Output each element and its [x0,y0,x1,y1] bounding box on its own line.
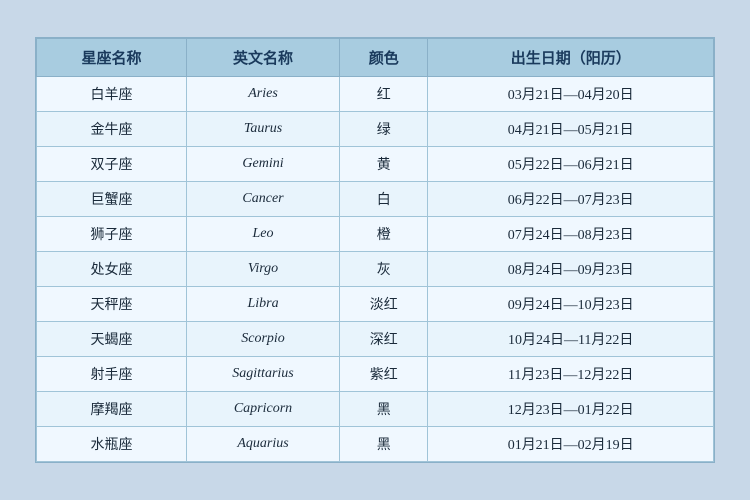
table-row: 水瓶座Aquarius黑01月21日—02月19日 [37,427,714,462]
cell-dates: 06月22日—07月23日 [428,182,714,217]
cell-color: 红 [340,77,428,112]
cell-english-name: Gemini [187,147,340,182]
header-dates: 出生日期（阳历） [428,39,714,77]
cell-color: 黑 [340,427,428,462]
cell-english-name: Cancer [187,182,340,217]
cell-dates: 12月23日—01月22日 [428,392,714,427]
table-row: 天秤座Libra淡红09月24日—10月23日 [37,287,714,322]
cell-color: 黑 [340,392,428,427]
cell-chinese-name: 双子座 [37,147,187,182]
table-row: 金牛座Taurus绿04月21日—05月21日 [37,112,714,147]
cell-chinese-name: 天秤座 [37,287,187,322]
cell-color: 紫红 [340,357,428,392]
cell-dates: 03月21日—04月20日 [428,77,714,112]
cell-chinese-name: 巨蟹座 [37,182,187,217]
cell-dates: 05月22日—06月21日 [428,147,714,182]
table-header-row: 星座名称 英文名称 颜色 出生日期（阳历） [37,39,714,77]
cell-dates: 11月23日—12月22日 [428,357,714,392]
cell-dates: 01月21日—02月19日 [428,427,714,462]
cell-dates: 10月24日—11月22日 [428,322,714,357]
table-row: 天蝎座Scorpio深红10月24日—11月22日 [37,322,714,357]
cell-english-name: Sagittarius [187,357,340,392]
cell-english-name: Leo [187,217,340,252]
cell-color: 深红 [340,322,428,357]
cell-color: 绿 [340,112,428,147]
table-row: 双子座Gemini黄05月22日—06月21日 [37,147,714,182]
cell-dates: 09月24日—10月23日 [428,287,714,322]
cell-english-name: Scorpio [187,322,340,357]
cell-dates: 08月24日—09月23日 [428,252,714,287]
cell-color: 橙 [340,217,428,252]
cell-english-name: Libra [187,287,340,322]
cell-chinese-name: 处女座 [37,252,187,287]
cell-english-name: Virgo [187,252,340,287]
cell-dates: 04月21日—05月21日 [428,112,714,147]
cell-chinese-name: 射手座 [37,357,187,392]
cell-color: 白 [340,182,428,217]
table-row: 摩羯座Capricorn黑12月23日—01月22日 [37,392,714,427]
cell-english-name: Capricorn [187,392,340,427]
table-row: 狮子座Leo橙07月24日—08月23日 [37,217,714,252]
cell-chinese-name: 水瓶座 [37,427,187,462]
cell-chinese-name: 狮子座 [37,217,187,252]
header-color: 颜色 [340,39,428,77]
cell-english-name: Aquarius [187,427,340,462]
table-body: 白羊座Aries红03月21日—04月20日金牛座Taurus绿04月21日—0… [37,77,714,462]
cell-english-name: Aries [187,77,340,112]
cell-color: 淡红 [340,287,428,322]
cell-color: 灰 [340,252,428,287]
cell-dates: 07月24日—08月23日 [428,217,714,252]
cell-chinese-name: 天蝎座 [37,322,187,357]
cell-english-name: Taurus [187,112,340,147]
table-row: 白羊座Aries红03月21日—04月20日 [37,77,714,112]
header-chinese-name: 星座名称 [37,39,187,77]
cell-color: 黄 [340,147,428,182]
table-row: 处女座Virgo灰08月24日—09月23日 [37,252,714,287]
cell-chinese-name: 白羊座 [37,77,187,112]
zodiac-table-container: 星座名称 英文名称 颜色 出生日期（阳历） 白羊座Aries红03月21日—04… [35,37,715,463]
table-row: 射手座Sagittarius紫红11月23日—12月22日 [37,357,714,392]
cell-chinese-name: 摩羯座 [37,392,187,427]
cell-chinese-name: 金牛座 [37,112,187,147]
table-row: 巨蟹座Cancer白06月22日—07月23日 [37,182,714,217]
zodiac-table: 星座名称 英文名称 颜色 出生日期（阳历） 白羊座Aries红03月21日—04… [36,38,714,462]
header-english-name: 英文名称 [187,39,340,77]
